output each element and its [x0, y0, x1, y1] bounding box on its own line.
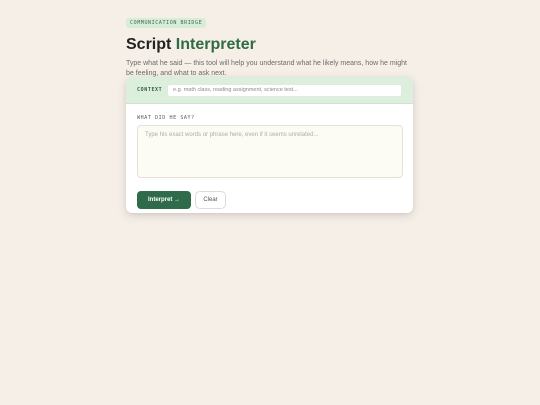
context-input[interactable]	[167, 83, 402, 97]
card-body: WHAT DID HE SAY? Interpret → Clear	[126, 104, 413, 209]
interpret-button[interactable]: Interpret →	[137, 191, 191, 209]
clear-button[interactable]: Clear	[195, 191, 226, 209]
context-label: CONTEXT	[137, 87, 163, 93]
page-title-accent: Interpreter	[175, 36, 256, 53]
action-row: Interpret → Clear	[137, 191, 403, 209]
question-label: WHAT DID HE SAY?	[137, 115, 195, 121]
page-title: Script Interpreter	[126, 35, 414, 55]
phrase-textarea[interactable]	[137, 125, 403, 178]
page-title-plain: Script	[126, 36, 176, 53]
page-subtitle: Type what he said — this tool will help …	[126, 60, 407, 77]
header: COMMUNICATION BRIDGE Script Interpreter …	[126, 11, 414, 79]
context-bar: CONTEXT	[126, 77, 413, 104]
interpreter-card: CONTEXT WHAT DID HE SAY? Interpret → Cle…	[126, 77, 413, 213]
section-badge: COMMUNICATION BRIDGE	[126, 18, 207, 28]
